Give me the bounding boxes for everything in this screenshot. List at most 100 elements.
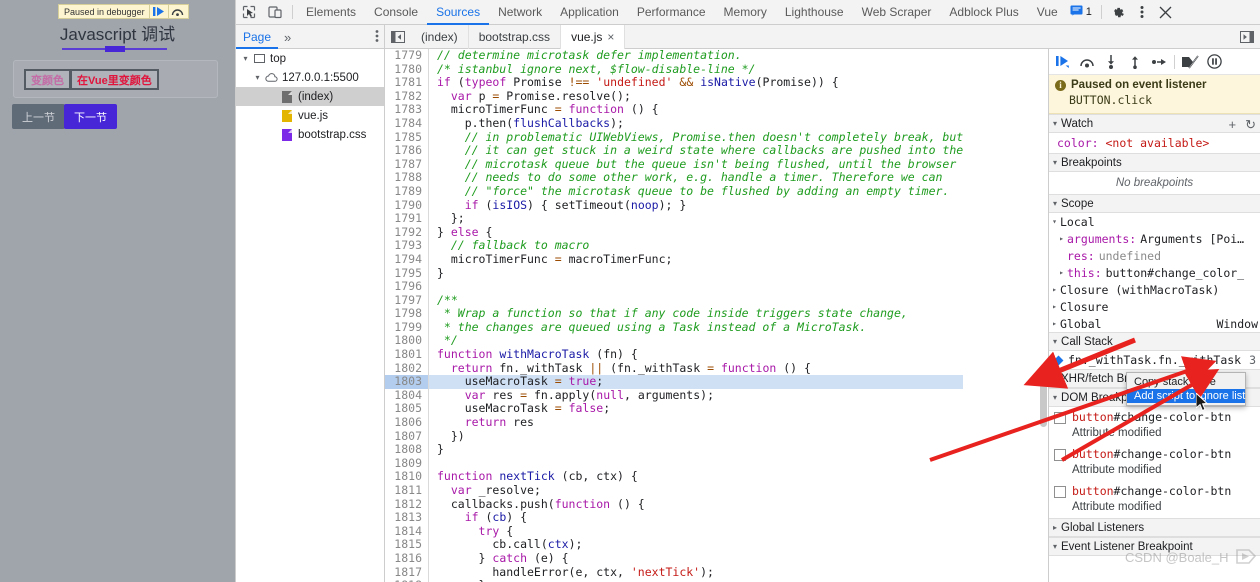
next-section-button[interactable]: 下一节 <box>64 104 117 129</box>
tab-performance[interactable]: Performance <box>628 0 715 25</box>
code-line[interactable]: 1806 return res <box>385 415 963 430</box>
tab-web-scraper[interactable]: Web Scraper <box>853 0 941 25</box>
code-line[interactable]: 1790 if (isIOS) { setTimeout(noop); } <box>385 198 963 213</box>
chevron-down-icon[interactable]: ▾ <box>252 73 263 82</box>
line-content[interactable]: cb.call(ctx); <box>429 538 582 552</box>
code-line[interactable]: 1816 } catch (e) { <box>385 551 963 566</box>
code-line[interactable]: 1781 if (typeof Promise !== 'undefined' &… <box>385 75 963 90</box>
tab-memory[interactable]: Memory <box>715 0 776 25</box>
code-line[interactable]: 1812 callbacks.push(function () { <box>385 497 963 512</box>
scope-row-global[interactable]: ▸ Global Window <box>1049 315 1260 332</box>
tab-console[interactable]: Console <box>365 0 427 25</box>
inspect-element-icon[interactable] <box>236 0 262 24</box>
line-content[interactable]: } catch (e) { <box>429 551 569 566</box>
code-line[interactable]: 1779// determine microtask defer impleme… <box>385 49 963 63</box>
editor-scrollbar-thumb[interactable] <box>1040 379 1047 427</box>
line-number[interactable]: 1794 <box>385 252 429 267</box>
line-content[interactable]: if (isIOS) { setTimeout(noop); } <box>429 198 687 213</box>
line-content[interactable]: } else { <box>429 225 492 240</box>
line-number[interactable]: 1809 <box>385 456 429 471</box>
code-line[interactable]: 1807 }) <box>385 429 963 444</box>
chevron-right-icon[interactable]: ▸ <box>1056 268 1067 277</box>
line-number[interactable]: 1790 <box>385 198 429 213</box>
line-content[interactable]: var res = fn.apply(null, arguments); <box>429 388 714 403</box>
popout-icon[interactable] <box>1234 31 1260 43</box>
code-line[interactable]: 1804 var res = fn.apply(null, arguments)… <box>385 388 963 403</box>
line-content[interactable]: /* istanbul ignore next, $flow-disable-l… <box>429 62 756 77</box>
chevron-down-icon[interactable]: ▾ <box>240 54 251 63</box>
code-line[interactable]: 1785 // in problematic UIWebViews, Promi… <box>385 130 963 145</box>
resume-script-icon[interactable] <box>1051 50 1075 74</box>
scope-row-local[interactable]: ▾ Local <box>1049 213 1260 230</box>
dom-breakpoint-item[interactable]: button#change-color-btn Attribute modifi… <box>1049 481 1260 518</box>
line-number[interactable]: 1810 <box>385 470 429 484</box>
tab-sources[interactable]: Sources <box>427 0 489 25</box>
tab-adblock-plus[interactable]: Adblock Plus <box>940 0 1027 25</box>
dom-breakpoint-item[interactable]: button#change-color-btn Attribute modifi… <box>1049 407 1260 444</box>
line-content[interactable]: return res <box>429 415 534 430</box>
dom-breakpoint-checkbox[interactable] <box>1054 486 1066 498</box>
tab-elements[interactable]: Elements <box>297 0 365 25</box>
code-line[interactable]: 1794 microTimerFunc = macroTimerFunc; <box>385 252 963 267</box>
line-number[interactable]: 1784 <box>385 116 429 131</box>
line-number[interactable]: 1793 <box>385 239 429 253</box>
step-icon[interactable] <box>1147 50 1171 74</box>
code-line[interactable]: 1780/* istanbul ignore next, $flow-disab… <box>385 62 963 77</box>
line-number[interactable]: 1815 <box>385 538 429 552</box>
line-number[interactable]: 1783 <box>385 103 429 117</box>
navigator-tab-page[interactable]: Page <box>236 25 278 49</box>
editor-tab-index[interactable]: (index) <box>411 25 469 49</box>
line-number[interactable]: 1803 <box>385 375 429 389</box>
line-content[interactable]: handleError(e, ctx, 'nextTick'); <box>429 565 714 580</box>
tab-vue[interactable]: Vue <box>1028 0 1067 25</box>
code-line[interactable]: 1793 // fallback to macro <box>385 239 963 253</box>
line-content[interactable] <box>429 457 444 471</box>
line-content[interactable]: return fn._withTask || (fn._withTask = f… <box>429 361 811 376</box>
line-content[interactable]: // fallback to macro <box>429 239 589 253</box>
line-content[interactable]: }; <box>429 211 465 226</box>
line-number[interactable]: 1781 <box>385 76 429 90</box>
line-number[interactable]: 1804 <box>385 388 429 403</box>
code-line[interactable]: 1808} <box>385 442 963 457</box>
step-over-icon[interactable] <box>1075 50 1099 74</box>
more-vertical-icon[interactable] <box>1130 0 1154 24</box>
scope-row-res[interactable]: res: undefined <box>1049 247 1260 264</box>
line-number[interactable]: 1802 <box>385 361 429 376</box>
line-content[interactable]: } <box>429 442 444 457</box>
line-content[interactable]: callbacks.push(function () { <box>429 497 645 512</box>
step-into-icon[interactable] <box>1099 50 1123 74</box>
line-content[interactable]: // it can get stuck in a weird state whe… <box>429 143 964 158</box>
code-line[interactable]: 1796 <box>385 279 963 294</box>
line-number[interactable]: 1799 <box>385 320 429 335</box>
line-number[interactable]: 1785 <box>385 130 429 145</box>
line-number[interactable]: 1798 <box>385 307 429 321</box>
section-header-call-stack[interactable]: ▾ Call Stack <box>1049 332 1260 351</box>
chevron-right-icon[interactable]: ▸ <box>1049 285 1060 294</box>
nav-file-bootstrap-css[interactable]: bootstrap.css <box>236 125 384 144</box>
line-number[interactable]: 1801 <box>385 347 429 362</box>
code-line[interactable]: 1787 // microtask queue but the queue is… <box>385 157 963 172</box>
step-out-icon[interactable] <box>1123 50 1147 74</box>
line-content[interactable]: if (typeof Promise !== 'undefined' && is… <box>429 75 839 90</box>
dom-breakpoint-checkbox[interactable] <box>1054 449 1066 461</box>
section-header-scope[interactable]: ▾ Scope <box>1049 194 1260 213</box>
navigator-more-tabs-icon[interactable]: » <box>278 30 297 45</box>
line-number[interactable]: 1811 <box>385 483 429 498</box>
line-number[interactable]: 1806 <box>385 415 429 430</box>
device-toolbar-icon[interactable] <box>262 0 288 24</box>
nav-file-vue-js[interactable]: vue.js <box>236 106 384 125</box>
scope-row-closure-withmacrotask[interactable]: ▸ Closure (withMacroTask) <box>1049 281 1260 298</box>
line-content[interactable]: // needs to do some other work, e.g. han… <box>429 171 943 185</box>
settings-gear-icon[interactable] <box>1106 0 1130 24</box>
scope-row-arguments[interactable]: ▸ arguments: Arguments [Poi… <box>1049 230 1260 247</box>
line-number[interactable]: 1807 <box>385 429 429 444</box>
line-number[interactable]: 1791 <box>385 212 429 226</box>
refresh-icon[interactable]: ↻ <box>1245 118 1256 131</box>
line-number[interactable]: 1788 <box>385 171 429 185</box>
code-line[interactable]: 1813 if (cb) { <box>385 510 963 525</box>
code-line[interactable]: 1815 cb.call(ctx); <box>385 538 963 552</box>
line-content[interactable]: p.then(flushCallbacks); <box>429 116 624 131</box>
line-number[interactable]: 1812 <box>385 497 429 512</box>
editor-vertical-scrollbar[interactable] <box>1039 49 1048 582</box>
chevron-right-icon[interactable]: ▸ <box>1049 319 1060 328</box>
